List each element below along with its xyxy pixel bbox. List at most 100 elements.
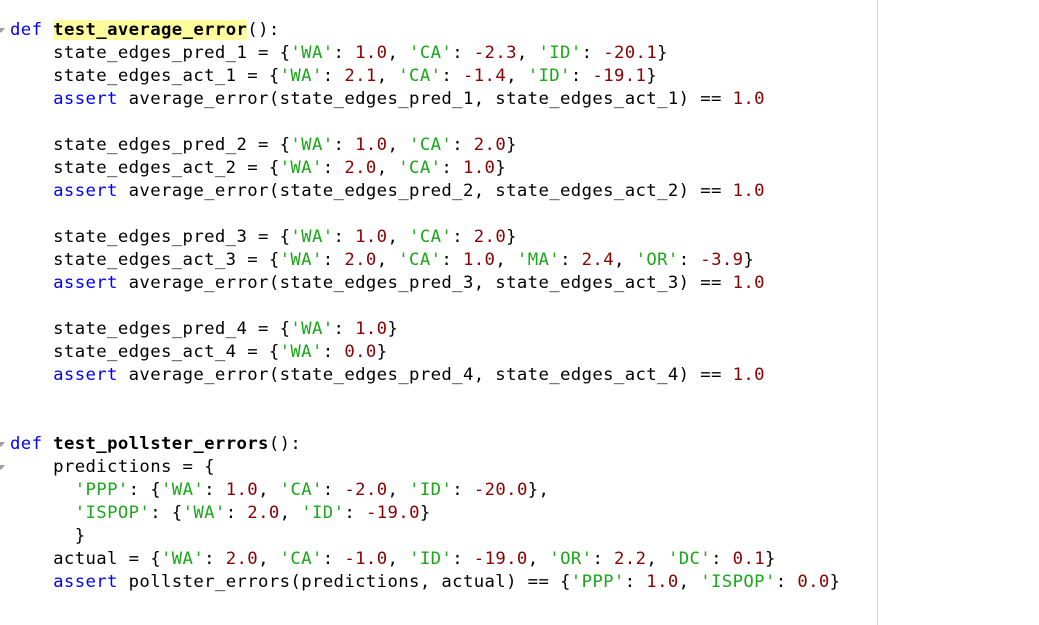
code-line[interactable]: state_edges_act_1 = {'WA': 2.1, 'CA': -1…: [10, 65, 840, 88]
code-line[interactable]: state_edges_act_2 = {'WA': 2.0, 'CA': 1.…: [10, 157, 840, 180]
code-text: ,: [376, 158, 399, 178]
code-text: pollster_errors(predictions, actual) == …: [117, 572, 571, 592]
code-line[interactable]: [10, 203, 840, 226]
code-text: }: [10, 526, 86, 546]
code-line[interactable]: state_edges_act_3 = {'WA': 2.0, 'CA': 1.…: [10, 249, 840, 272]
keyword-token: assert: [53, 572, 118, 592]
string-token: 'WA': [279, 250, 323, 270]
string-token: 'WA': [161, 480, 205, 500]
number-token: 1.0: [732, 181, 765, 201]
string-token: 'CA': [409, 135, 453, 155]
code-text: :: [333, 227, 356, 247]
code-text: :: [452, 135, 474, 155]
code-text: },: [527, 480, 550, 500]
code-text: :: [333, 135, 356, 155]
string-token: 'ID': [538, 43, 582, 63]
code-area[interactable]: def test_average_error(): state_edges_pr…: [10, 19, 840, 594]
code-line[interactable]: actual = {'WA': 2.0, 'CA': -1.0, 'ID': -…: [10, 548, 840, 571]
code-line[interactable]: state_edges_act_4 = {'WA': 0.0}: [10, 341, 840, 364]
string-token: 'ISPOP': [700, 572, 776, 592]
code-text: :: [441, 250, 463, 270]
code-text: }: [743, 250, 755, 270]
code-text: state_edges_act_2 = {: [10, 158, 280, 178]
code-line[interactable]: assert average_error(state_edges_pred_1,…: [10, 88, 840, 111]
string-token: 'ID': [527, 66, 571, 86]
code-text: state_edges_pred_3 = {: [10, 227, 291, 247]
fold-arrow-icon[interactable]: [0, 442, 5, 447]
code-line[interactable]: [10, 410, 840, 433]
code-line[interactable]: state_edges_pred_4 = {'WA': 1.0}: [10, 318, 840, 341]
string-token: 'PPP': [570, 572, 625, 592]
code-text: :: [592, 549, 615, 569]
code-text: ():: [247, 20, 280, 40]
code-text: ,: [527, 549, 550, 569]
code-text: :: [322, 66, 345, 86]
number-token: 1.0: [646, 572, 679, 592]
number-token: -20.1: [603, 43, 658, 63]
code-text: ,: [279, 503, 302, 523]
code-line[interactable]: state_edges_pred_1 = {'WA': 1.0, 'CA': -…: [10, 42, 840, 65]
number-token: 1.0: [225, 480, 259, 500]
code-text: ,: [516, 43, 539, 63]
number-token: 1.0: [355, 319, 388, 339]
code-line[interactable]: state_edges_pred_2 = {'WA': 1.0, 'CA': 2…: [10, 134, 840, 157]
code-text: state_edges_pred_2 = {: [10, 135, 291, 155]
number-token: 1.0: [462, 250, 496, 270]
code-text: }: [646, 66, 658, 86]
keyword-token: assert: [53, 89, 118, 109]
code-line[interactable]: assert average_error(state_edges_pred_2,…: [10, 180, 840, 203]
code-text: }: [506, 227, 517, 247]
code-text: :: [624, 572, 647, 592]
code-text: }: [657, 43, 668, 63]
number-token: 2.1: [344, 66, 377, 86]
string-token: 'CA': [409, 227, 453, 247]
code-line[interactable]: assert average_error(state_edges_pred_4,…: [10, 364, 840, 387]
code-text: :: [204, 480, 226, 500]
string-token: 'OR': [549, 549, 593, 569]
code-line[interactable]: 'PPP': {'WA': 1.0, 'CA': -2.0, 'ID': -20…: [10, 479, 840, 502]
code-line[interactable]: assert average_error(state_edges_pred_3,…: [10, 272, 840, 295]
string-token: 'MA': [516, 250, 561, 270]
string-token: 'CA': [409, 43, 453, 63]
number-token: 0.1: [732, 549, 766, 569]
string-token: 'CA': [279, 549, 323, 569]
side-panel: [878, 0, 1039, 625]
keyword-token: def: [10, 434, 43, 454]
keyword-token: assert: [53, 181, 118, 201]
string-token: 'CA': [279, 480, 323, 500]
code-line[interactable]: def test_pollster_errors():: [10, 433, 840, 456]
code-editor[interactable]: def test_average_error(): state_edges_pr…: [0, 0, 877, 625]
string-token: 'ISPOP': [74, 503, 151, 523]
number-token: 1.0: [355, 43, 388, 63]
code-text: :: [333, 319, 356, 339]
code-text: }: [387, 319, 399, 339]
string-token: 'WA': [290, 319, 334, 339]
code-line[interactable]: def test_average_error():: [10, 19, 840, 42]
code-text: ,: [387, 135, 410, 155]
code-line[interactable]: }: [10, 525, 840, 548]
code-line[interactable]: predictions = {: [10, 456, 840, 479]
fold-arrow-icon[interactable]: [0, 465, 5, 470]
code-line[interactable]: [10, 111, 840, 134]
code-line[interactable]: 'ISPOP': {'WA': 2.0, 'ID': -19.0}: [10, 502, 840, 525]
code-text: ,: [506, 66, 528, 86]
fold-arrow-icon[interactable]: [0, 28, 5, 33]
code-line[interactable]: assert pollster_errors(predictions, actu…: [10, 571, 840, 594]
code-text: :: [678, 250, 701, 270]
code-text: ():: [268, 434, 302, 454]
code-line[interactable]: [10, 387, 840, 410]
code-line[interactable]: [10, 295, 840, 318]
code-text: :: [322, 342, 345, 362]
function-name: test_pollster_errors: [53, 434, 269, 454]
code-text: :: [441, 158, 463, 178]
string-token: 'WA': [290, 227, 334, 247]
code-text: :: [441, 66, 463, 86]
code-line[interactable]: state_edges_pred_3 = {'WA': 1.0, 'CA': 2…: [10, 226, 840, 249]
number-token: -19.0: [473, 549, 528, 569]
code-text: ,: [387, 480, 410, 500]
